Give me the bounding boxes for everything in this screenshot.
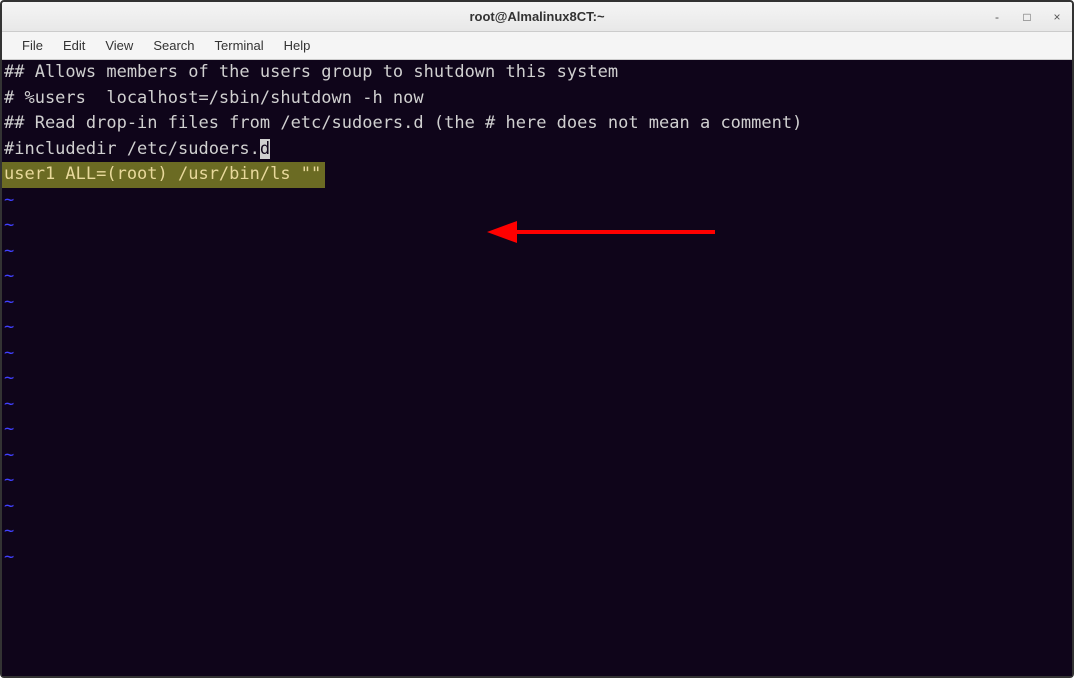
terminal-line-5: #includedir /etc/sudoers.d [2, 137, 1072, 163]
terminal-line-2: # %users localhost=/sbin/shutdown -h now [2, 86, 1072, 112]
menu-view[interactable]: View [97, 34, 141, 57]
menu-edit[interactable]: Edit [55, 34, 93, 57]
menu-terminal[interactable]: Terminal [207, 34, 272, 57]
vim-tilde: ~ [2, 239, 1072, 265]
window-titlebar: root@Almalinux8CT:~ - □ × [2, 2, 1072, 32]
vim-tilde: ~ [2, 468, 1072, 494]
vim-tilde: ~ [2, 392, 1072, 418]
menu-search[interactable]: Search [145, 34, 202, 57]
vim-tilde: ~ [2, 264, 1072, 290]
window-title: root@Almalinux8CT:~ [469, 9, 604, 24]
menu-file[interactable]: File [14, 34, 51, 57]
window-controls: - □ × [990, 10, 1064, 24]
vim-tilde: ~ [2, 315, 1072, 341]
terminal-cursor: d [260, 139, 270, 159]
vim-tilde: ~ [2, 494, 1072, 520]
highlighted-sudoers-line: user1 ALL=(root) /usr/bin/ls "" [2, 162, 325, 188]
vim-tilde: ~ [2, 290, 1072, 316]
vim-tilde: ~ [2, 417, 1072, 443]
vim-tilde: ~ [2, 213, 1072, 239]
vim-tilde: ~ [2, 545, 1072, 571]
terminal-line-5-pre: #includedir /etc/sudoers. [4, 139, 260, 159]
terminal-line-4: ## Read drop-in files from /etc/sudoers.… [2, 111, 1072, 137]
terminal-line-1: ## Allows members of the users group to … [2, 60, 1072, 86]
terminal-line-7-wrap: user1 ALL=(root) /usr/bin/ls "" [2, 162, 1072, 188]
vim-tilde: ~ [2, 519, 1072, 545]
close-button[interactable]: × [1050, 10, 1064, 24]
minimize-button[interactable]: - [990, 10, 1004, 24]
vim-tilde: ~ [2, 341, 1072, 367]
menubar: File Edit View Search Terminal Help [2, 32, 1072, 60]
vim-tilde: ~ [2, 188, 1072, 214]
maximize-button[interactable]: □ [1020, 10, 1034, 24]
terminal-area[interactable]: ## Allows members of the users group to … [2, 60, 1072, 676]
vim-tilde: ~ [2, 443, 1072, 469]
vim-tilde: ~ [2, 366, 1072, 392]
menu-help[interactable]: Help [276, 34, 319, 57]
